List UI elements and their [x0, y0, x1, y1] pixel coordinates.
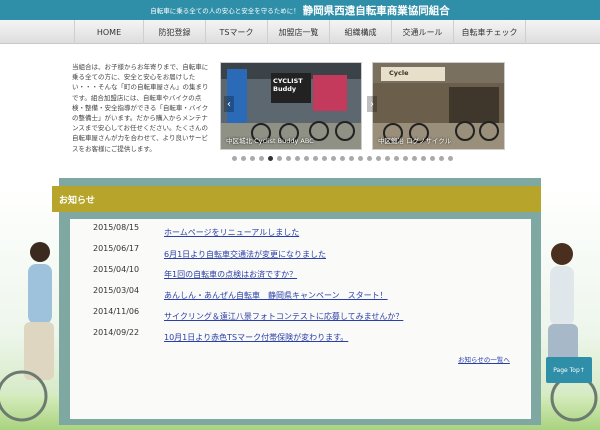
carousel-dot[interactable] [412, 156, 417, 161]
slide-caption: 中区城北 Cyclist Buddy ABC [226, 137, 314, 145]
news-date: 2015/08/15 [93, 223, 140, 232]
nav-item-home[interactable]: HOME [74, 20, 144, 44]
carousel-dot[interactable] [250, 156, 255, 161]
carousel-dot[interactable] [232, 156, 237, 161]
carousel-dot[interactable] [349, 156, 354, 161]
carousel-dot[interactable] [241, 156, 246, 161]
site-title[interactable]: 静岡県西遠自転車商業協同組合 [303, 3, 450, 18]
news-link[interactable]: 10月1日より赤色TSマーク付帯保険が変わります。 [164, 332, 348, 343]
shop-sign: Cycle [389, 69, 409, 77]
carousel-dot[interactable] [448, 156, 453, 161]
carousel-dot[interactable] [340, 156, 345, 161]
site-tagline: 自転車に乗る全ての人の安心と安全を守るために！ [150, 7, 300, 15]
carousel-dot[interactable] [331, 156, 336, 161]
carousel-dot[interactable] [259, 156, 264, 161]
carousel-prev-button[interactable]: ‹ [224, 96, 234, 112]
carousel-dot[interactable] [277, 156, 282, 161]
nav-item-ts-mark[interactable]: TSマーク [206, 20, 268, 44]
news-link[interactable]: サイクリング＆遠江八景フォトコンテストに応募してみませんか？ [164, 311, 403, 322]
chevron-left-icon: ‹ [227, 98, 231, 110]
carousel-dot[interactable] [286, 156, 291, 161]
site-header: 自転車に乗る全ての人の安心と安全を守るために！ 静岡県西遠自転車商業協同組合 [0, 0, 600, 20]
carousel-dot[interactable] [322, 156, 327, 161]
news-date: 2015/03/04 [93, 286, 140, 295]
news-heading: お知らせ [52, 186, 541, 212]
nav-item-member-shops[interactable]: 加盟店一覧 [268, 20, 330, 44]
page-top-button[interactable]: Page Top↑ [546, 357, 592, 383]
news-date: 2014/11/06 [93, 307, 140, 316]
news-date: 2015/06/17 [93, 244, 140, 253]
carousel-dot[interactable] [268, 156, 273, 161]
carousel-dot[interactable] [313, 156, 318, 161]
news-link[interactable]: 年1回の自転車の点検はお済ですか？ [164, 269, 297, 280]
cyclist-illustration-right [548, 243, 598, 422]
carousel-next-button[interactable]: › [367, 96, 377, 112]
nav-item-organization[interactable]: 組織構成 [330, 20, 392, 44]
carousel-pagination [232, 156, 453, 161]
nav-item-crime-registration[interactable]: 防犯登録 [144, 20, 206, 44]
chevron-right-icon: › [370, 98, 374, 110]
news-date: 2015/04/10 [93, 265, 140, 274]
carousel-dot[interactable] [304, 156, 309, 161]
cyclist-illustration-left [0, 242, 54, 422]
slide-caption: 中区鍛冶 ログノサイクル [378, 137, 452, 145]
news-link[interactable]: ホームページをリニューアルしました [164, 227, 299, 238]
carousel-slide[interactable]: CYCLIST Buddy 中区城北 Cyclist Buddy ABC [220, 62, 362, 150]
news-link[interactable]: 6月1日より自転車交通法が変更になりました [164, 249, 326, 260]
carousel-dot[interactable] [367, 156, 372, 161]
carousel-dot[interactable] [376, 156, 381, 161]
carousel-dot[interactable] [403, 156, 408, 161]
carousel-dot[interactable] [358, 156, 363, 161]
news-date: 2014/09/22 [93, 328, 140, 337]
nav-item-traffic-rules[interactable]: 交通ルール [392, 20, 454, 44]
news-link[interactable]: あんしん・あんぜん自転車 静岡県キャンペーン スタート！ [164, 290, 388, 301]
shop-sign: CYCLIST Buddy [273, 77, 303, 93]
main-nav: HOME 防犯登録 TSマーク 加盟店一覧 組織構成 交通ルール 自転車チェック [0, 20, 600, 44]
carousel-dot[interactable] [295, 156, 300, 161]
intro-text: 当組合は、お子様からお年寄りまで、自転車に乗る全ての方に、安全と安心をお届けした… [72, 63, 209, 153]
news-list-link[interactable]: お知らせの一覧へ [458, 354, 510, 364]
carousel-dot[interactable] [421, 156, 426, 161]
carousel-dot[interactable] [439, 156, 444, 161]
carousel-dot[interactable] [430, 156, 435, 161]
nav-item-bicycle-check[interactable]: 自転車チェック [454, 20, 526, 44]
carousel-dot[interactable] [385, 156, 390, 161]
carousel-slide[interactable]: Cycle 中区鍛冶 ログノサイクル [372, 62, 505, 150]
carousel-dot[interactable] [394, 156, 399, 161]
